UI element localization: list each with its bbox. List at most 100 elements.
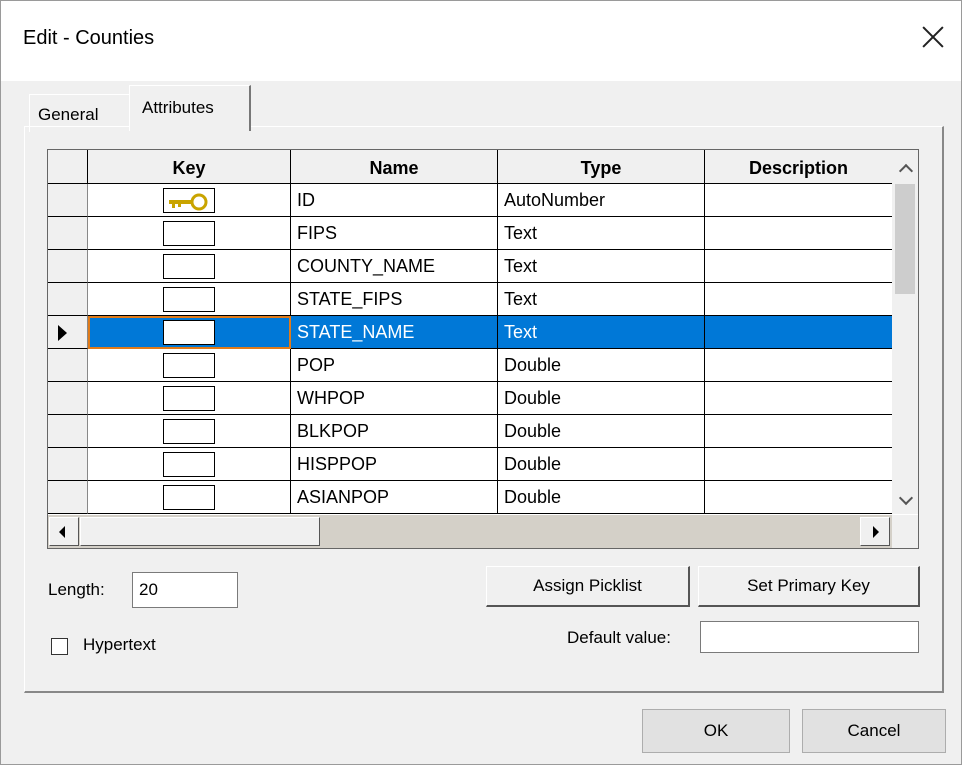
key-cell[interactable]	[88, 349, 291, 382]
type-cell[interactable]: Double	[498, 448, 705, 481]
set-primary-key-button[interactable]: Set Primary Key	[698, 566, 920, 607]
description-cell[interactable]	[705, 481, 893, 514]
horizontal-scroll-thumb[interactable]	[80, 517, 320, 546]
name-cell[interactable]: FIPS	[291, 217, 498, 250]
name-cell[interactable]: POP	[291, 349, 498, 382]
key-checkbox[interactable]	[163, 485, 215, 510]
row-selector[interactable]	[48, 349, 88, 382]
header-corner	[48, 150, 88, 184]
horizontal-scrollbar[interactable]	[48, 515, 892, 548]
type-cell[interactable]: Double	[498, 415, 705, 448]
type-cell[interactable]: Double	[498, 382, 705, 415]
tab-attributes-label: Attributes	[142, 98, 214, 117]
ok-button[interactable]: OK	[642, 709, 790, 753]
key-cell[interactable]	[88, 217, 291, 250]
table-row[interactable]: ASIANPOP Double	[48, 481, 918, 514]
key-cell[interactable]	[88, 184, 291, 217]
key-cell[interactable]	[88, 250, 291, 283]
column-header-type[interactable]: Type	[498, 150, 705, 184]
table-row[interactable]: STATE_FIPS Text	[48, 283, 918, 316]
key-cell[interactable]	[88, 415, 291, 448]
table-row[interactable]: STATE_NAME Text	[48, 316, 918, 349]
key-cell[interactable]	[88, 448, 291, 481]
description-cell[interactable]	[705, 283, 893, 316]
name-cell[interactable]: ASIANPOP	[291, 481, 498, 514]
column-header-key[interactable]: Key	[88, 150, 291, 184]
tab-attributes[interactable]: Attributes	[129, 85, 251, 131]
length-input[interactable]	[132, 572, 238, 608]
vertical-scroll-thumb[interactable]	[895, 184, 915, 294]
attributes-grid[interactable]: Key Name Type Description ID AutoNumber FI…	[47, 149, 919, 549]
description-cell[interactable]	[705, 415, 893, 448]
key-checkbox[interactable]	[163, 353, 215, 378]
hypertext-checkbox[interactable]	[51, 638, 68, 655]
key-checkbox[interactable]	[163, 254, 215, 279]
edit-dialog: Edit - Counties General Attributes Key N…	[0, 0, 962, 765]
row-selector[interactable]	[48, 316, 88, 349]
table-row[interactable]: BLKPOP Double	[48, 415, 918, 448]
description-cell[interactable]	[705, 250, 893, 283]
row-selector[interactable]	[48, 184, 88, 217]
row-selector[interactable]	[48, 250, 88, 283]
tab-general-label: General	[38, 105, 99, 124]
name-cell[interactable]: STATE_NAME	[291, 316, 498, 349]
scroll-up-icon[interactable]	[897, 160, 914, 179]
key-checkbox[interactable]	[163, 221, 215, 246]
scroll-right-icon[interactable]	[860, 517, 890, 546]
assign-picklist-button[interactable]: Assign Picklist	[486, 566, 690, 607]
type-cell[interactable]: Text	[498, 316, 705, 349]
key-checkbox[interactable]	[163, 386, 215, 411]
key-checkbox[interactable]	[163, 452, 215, 477]
name-cell[interactable]: WHPOP	[291, 382, 498, 415]
table-row[interactable]: WHPOP Double	[48, 382, 918, 415]
table-row[interactable]: HISPPOP Double	[48, 448, 918, 481]
key-checkbox[interactable]	[163, 188, 215, 213]
key-checkbox[interactable]	[163, 419, 215, 444]
key-checkbox[interactable]	[163, 320, 215, 345]
vertical-scrollbar[interactable]	[892, 150, 918, 514]
scroll-down-icon[interactable]	[897, 490, 914, 508]
scroll-left-icon[interactable]	[49, 517, 79, 546]
description-cell[interactable]	[705, 316, 893, 349]
row-selector[interactable]	[48, 481, 88, 514]
type-cell[interactable]: Double	[498, 349, 705, 382]
name-cell[interactable]: ID	[291, 184, 498, 217]
table-row[interactable]: COUNTY_NAME Text	[48, 250, 918, 283]
key-cell[interactable]	[88, 382, 291, 415]
type-cell[interactable]: Text	[498, 283, 705, 316]
row-selector[interactable]	[48, 217, 88, 250]
row-selector[interactable]	[48, 382, 88, 415]
row-selector[interactable]	[48, 415, 88, 448]
row-pointer-icon	[58, 325, 67, 341]
column-header-name[interactable]: Name	[291, 150, 498, 184]
column-header-description[interactable]: Description	[705, 150, 893, 184]
type-cell[interactable]: AutoNumber	[498, 184, 705, 217]
key-checkbox[interactable]	[163, 287, 215, 312]
key-cell[interactable]	[88, 283, 291, 316]
row-selector[interactable]	[48, 283, 88, 316]
name-cell[interactable]: COUNTY_NAME	[291, 250, 498, 283]
key-cell[interactable]	[88, 481, 291, 514]
description-cell[interactable]	[705, 382, 893, 415]
table-row[interactable]: POP Double	[48, 349, 918, 382]
description-cell[interactable]	[705, 184, 893, 217]
description-cell[interactable]	[705, 217, 893, 250]
close-icon[interactable]	[913, 17, 953, 57]
description-cell[interactable]	[705, 349, 893, 382]
row-selector[interactable]	[48, 448, 88, 481]
hypertext-label[interactable]: Hypertext	[83, 635, 156, 655]
table-row[interactable]: ID AutoNumber	[48, 184, 918, 217]
cancel-button[interactable]: Cancel	[802, 709, 946, 753]
type-cell[interactable]: Double	[498, 481, 705, 514]
type-cell[interactable]: Text	[498, 217, 705, 250]
length-label: Length:	[48, 580, 105, 599]
name-cell[interactable]: HISPPOP	[291, 448, 498, 481]
default-value-input[interactable]	[700, 621, 919, 653]
name-cell[interactable]: STATE_FIPS	[291, 283, 498, 316]
key-icon	[169, 193, 208, 211]
type-cell[interactable]: Text	[498, 250, 705, 283]
key-cell[interactable]	[88, 316, 291, 349]
description-cell[interactable]	[705, 448, 893, 481]
table-row[interactable]: FIPS Text	[48, 217, 918, 250]
name-cell[interactable]: BLKPOP	[291, 415, 498, 448]
